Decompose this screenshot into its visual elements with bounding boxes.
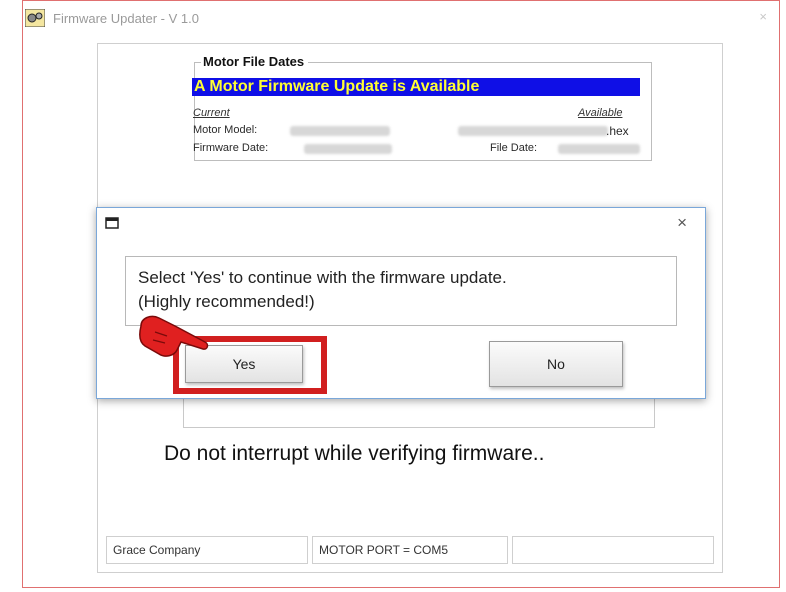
status-company: Grace Company (106, 536, 308, 564)
no-button[interactable]: No (489, 341, 623, 387)
file-date-value-redacted (558, 144, 640, 154)
motor-model-value-redacted (290, 126, 390, 136)
dialog-message-line2: (Highly recommended!) (138, 292, 315, 311)
file-date-label: File Date: (490, 142, 538, 154)
motor-file-dates-title: Motor File Dates (201, 54, 309, 69)
motor-model-label: Motor Model: (193, 124, 258, 136)
hex-file-suffix: .hex (606, 124, 629, 138)
dialog-message-line1: Select 'Yes' to continue with the firmwa… (138, 268, 507, 287)
update-available-banner: A Motor Firmware Update is Available (192, 78, 640, 96)
available-file-redacted (458, 126, 608, 136)
status-bar: Grace Company MOTOR PORT = COM5 (106, 536, 716, 564)
title-bar: Firmware Updater - V 1.0 × (23, 1, 779, 31)
firmware-date-label: Firmware Date: (193, 142, 269, 154)
current-label: Current (193, 107, 230, 119)
window-title: Firmware Updater - V 1.0 (53, 11, 199, 26)
status-extra (512, 536, 714, 564)
app-gear-icon (25, 9, 45, 27)
available-label: Available (578, 107, 623, 119)
confirm-update-dialog: × Select 'Yes' to continue with the firm… (96, 207, 706, 399)
pointing-hand-icon (139, 315, 209, 357)
window-close-button[interactable]: × (759, 9, 767, 24)
verify-message: Do not interrupt while verifying firmwar… (164, 442, 545, 465)
dialog-window-icon (105, 217, 119, 229)
status-port: MOTOR PORT = COM5 (312, 536, 508, 564)
firmware-date-value-redacted (304, 144, 392, 154)
dialog-close-button[interactable]: × (677, 213, 687, 233)
